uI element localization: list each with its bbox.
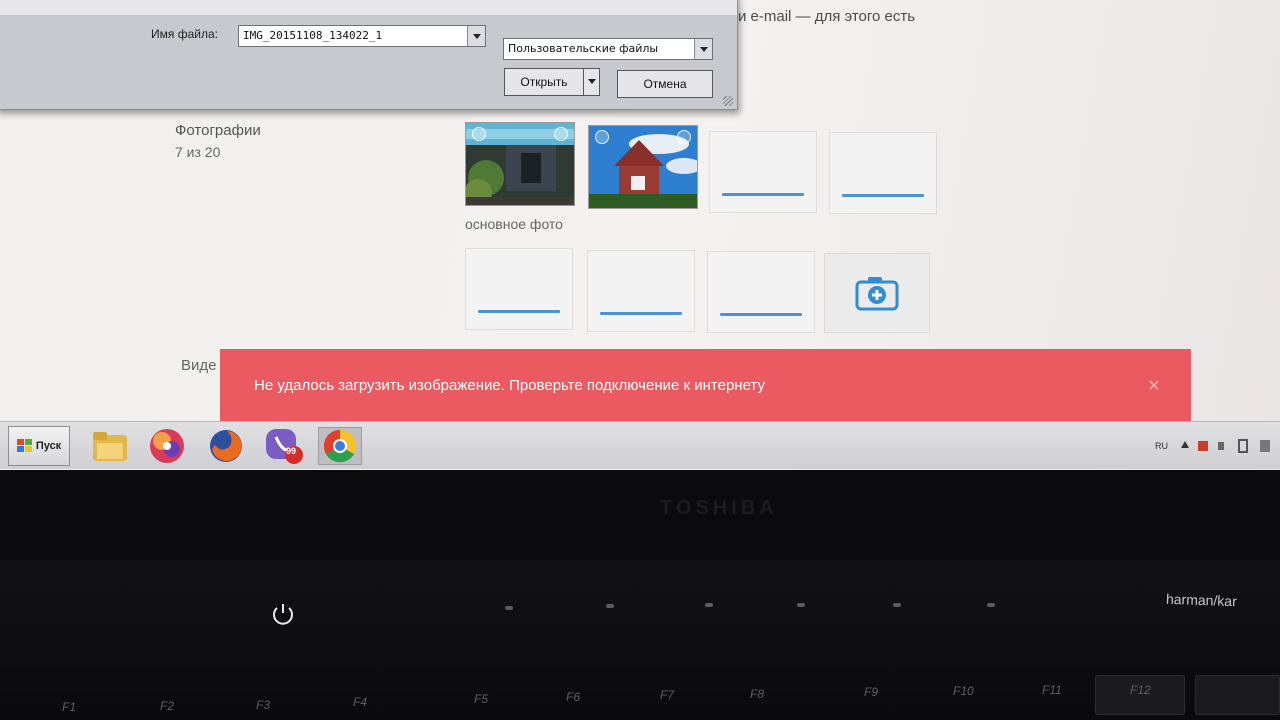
upload-progress-line: [722, 193, 804, 196]
upload-progress-line: [600, 312, 682, 315]
app-ball-icon: [150, 429, 184, 463]
page-text-fragment: и e-mail — для этого есть: [738, 8, 916, 25]
cancel-button[interactable]: Отмена: [617, 70, 713, 98]
add-photo-button[interactable]: [824, 253, 930, 333]
filetype-dropdown-arrow-icon[interactable]: [694, 39, 712, 59]
speaker-brand-logo: harman/kar: [1165, 590, 1238, 610]
photo-slot-uploading: [465, 248, 573, 330]
photos-section-title: Фотографии: [175, 122, 261, 139]
filename-value: IMG_20151108_134022_1: [243, 29, 383, 42]
function-key: [1195, 675, 1280, 715]
fkey-label: F12: [1130, 683, 1151, 697]
open-button-label: Открыть: [520, 75, 568, 89]
taskbar-file-manager[interactable]: [88, 427, 132, 465]
main-photo-label: основное фото: [465, 216, 563, 232]
status-led-icon: [705, 603, 713, 607]
keyboard-deck: [0, 560, 1280, 720]
windows-logo-icon: [16, 439, 32, 452]
filename-field[interactable]: IMG_20151108_134022_1: [238, 25, 486, 47]
taskbar-firefox[interactable]: [204, 427, 248, 465]
photo-thumbnail-main[interactable]: [465, 122, 575, 206]
dialog-file-list-edge: [0, 0, 737, 15]
cancel-button-label: Отмена: [643, 77, 687, 91]
delete-photo-icon[interactable]: [677, 130, 691, 144]
video-section-title: Виде: [181, 357, 217, 374]
fkey-label: F1: [62, 700, 77, 714]
rotate-icon[interactable]: [595, 130, 609, 144]
status-led-icon: [797, 603, 805, 607]
show-hidden-icons-icon[interactable]: [1180, 440, 1190, 450]
camera-plus-icon: [855, 277, 899, 311]
open-split-arrow-icon[interactable]: [583, 69, 599, 95]
upload-error-banner: Не удалось загрузить изображение. Провер…: [220, 349, 1191, 423]
photo-thumbnail-2[interactable]: [588, 125, 698, 209]
screen: и e-mail — для этого есть Имя файла: IMG…: [0, 0, 1280, 470]
fkey-label: F10: [953, 684, 974, 698]
photo-slot-uploading: [829, 132, 937, 214]
photo-slot-uploading: [709, 131, 817, 213]
start-button[interactable]: Пуск: [8, 426, 70, 466]
laptop-brand-logo: TOSHIBA: [660, 497, 778, 519]
status-led-icon: [893, 603, 901, 607]
taskbar-chrome[interactable]: [318, 427, 362, 465]
viber-icon: [266, 429, 303, 464]
photo-slot-uploading: [707, 251, 815, 333]
upload-progress-line: [478, 310, 560, 313]
taskbar-viber[interactable]: 99: [262, 427, 306, 465]
resize-grip-icon[interactable]: [723, 96, 733, 106]
fkey-label: F11: [1042, 683, 1062, 697]
fkey-label: F8: [750, 687, 765, 701]
filename-label: Имя файла:: [151, 27, 218, 41]
power-icon: [273, 604, 293, 625]
upload-progress-line: [842, 194, 924, 197]
fkey-label: F7: [660, 688, 675, 702]
delete-photo-icon[interactable]: [554, 127, 568, 141]
photo-slot-uploading: [587, 250, 695, 332]
status-led-icon: [505, 606, 513, 610]
filename-dropdown-arrow-icon[interactable]: [467, 26, 485, 46]
volume-icon[interactable]: [1216, 438, 1230, 454]
fkey-label: F9: [864, 685, 879, 699]
error-message: Не удалось загрузить изображение. Провер…: [254, 377, 765, 394]
fkey-label: F6: [566, 690, 581, 704]
language-indicator[interactable]: RU: [1155, 441, 1168, 451]
firefox-icon: [210, 430, 242, 462]
status-led-icon: [987, 603, 995, 607]
status-led-icon: [606, 604, 614, 608]
start-label: Пуск: [35, 440, 62, 452]
open-button[interactable]: Открыть: [504, 68, 600, 96]
taskbar-app[interactable]: [145, 427, 189, 465]
fkey-label: F4: [353, 695, 368, 709]
folder-icon: [93, 432, 127, 461]
filetype-select[interactable]: Пользовательские файлы: [503, 38, 713, 60]
close-icon[interactable]: ×: [1145, 376, 1163, 396]
file-open-dialog: Имя файла: IMG_20151108_134022_1 Пользов…: [0, 0, 738, 110]
chrome-icon: [323, 429, 357, 463]
rotate-icon[interactable]: [472, 127, 486, 141]
fkey-label: F3: [256, 698, 271, 712]
fkey-label: F2: [160, 699, 175, 713]
taskbar: Пуск 99 RU: [0, 421, 1280, 469]
flag-icon[interactable]: [1258, 438, 1272, 454]
battery-icon[interactable]: [1236, 438, 1250, 454]
network-icon[interactable]: [1196, 438, 1210, 454]
upload-progress-line: [720, 313, 802, 316]
fkey-label: F5: [474, 692, 489, 706]
filetype-value: Пользовательские файлы: [508, 42, 659, 55]
notification-badge: 99: [286, 446, 297, 456]
photos-count: 7 из 20: [175, 144, 221, 160]
